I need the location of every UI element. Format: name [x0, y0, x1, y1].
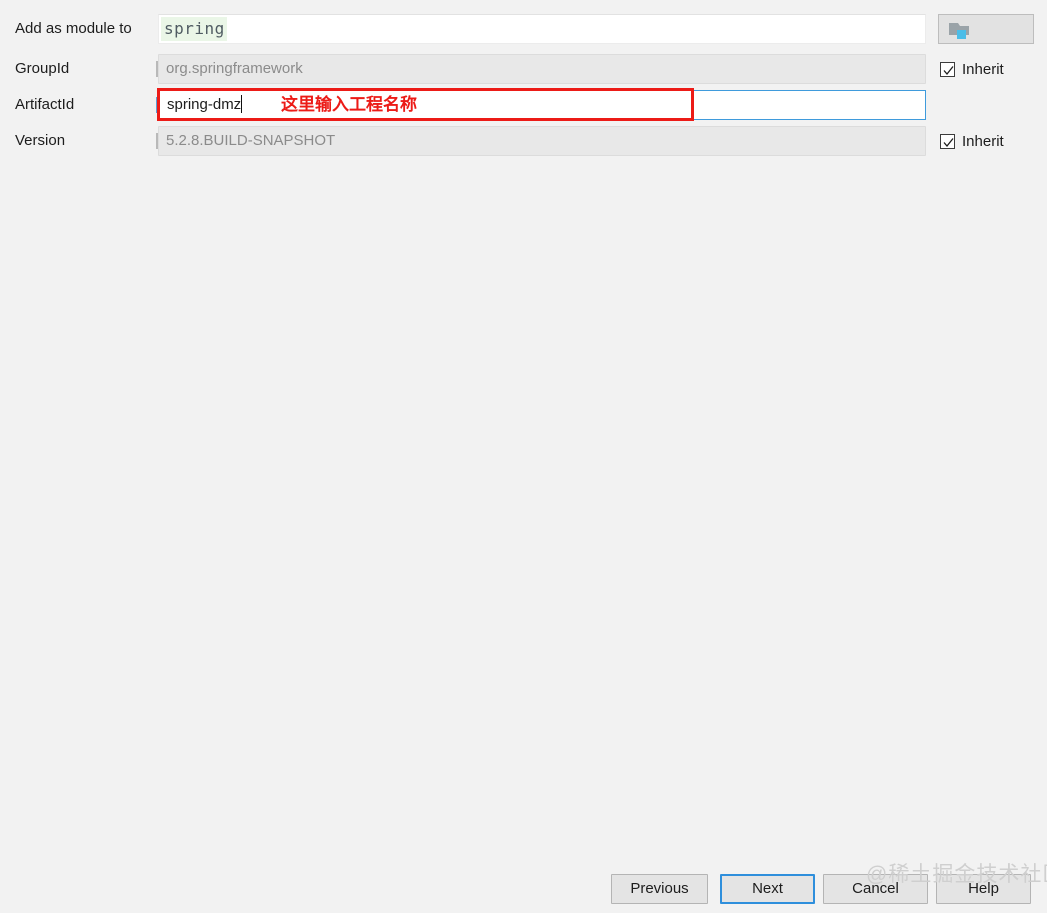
groupid-field[interactable]: org.springframework [156, 54, 926, 84]
inherit-version-label: Inherit [962, 132, 1004, 150]
inherit-version-checkbox[interactable] [940, 133, 955, 149]
add-as-module-to-combo-inner[interactable]: spring [158, 14, 926, 44]
inherit-groupid-label: Inherit [962, 60, 1004, 78]
artifactid-field[interactable]: spring-dmz [156, 90, 926, 120]
label-artifactid: ArtifactId [15, 96, 75, 113]
inherit-groupid-checkbox[interactable] [940, 61, 955, 77]
label-version: Version [15, 132, 66, 149]
dialog-button-bar: Previous Next Cancel Help [0, 874, 1047, 906]
next-button[interactable]: Next [720, 874, 815, 904]
maven-coordinates-form: Add as module to spring GroupId org.spri… [0, 0, 1047, 160]
row-version: Version 5.2.8.BUILD-SNAPSHOT [0, 126, 1047, 156]
version-field-left-marker [156, 133, 158, 149]
version-input[interactable]: 5.2.8.BUILD-SNAPSHOT [158, 126, 926, 156]
groupid-input[interactable]: org.springframework [158, 54, 926, 84]
annotation-text: 这里输入工程名称 [281, 95, 417, 114]
cancel-button[interactable]: Cancel [823, 874, 928, 904]
label-groupid: GroupId [15, 60, 70, 77]
row-groupid: GroupId org.springframework [0, 54, 1047, 84]
module-parent-value: spring [161, 17, 227, 41]
version-field[interactable]: 5.2.8.BUILD-SNAPSHOT [156, 126, 926, 156]
row-artifactid: ArtifactId spring-dmz [0, 90, 1047, 120]
help-button[interactable]: Help [936, 874, 1031, 904]
inherit-version-checkbox-row[interactable]: Inherit [940, 126, 1004, 156]
text-caret [241, 95, 243, 113]
groupid-field-left-marker [156, 61, 158, 77]
add-as-module-to-combo[interactable]: spring [158, 14, 926, 44]
artifactid-input[interactable]: spring-dmz [158, 90, 926, 120]
folder-module-icon [949, 21, 973, 43]
module-chooser-button[interactable] [938, 14, 1034, 44]
artifactid-input-value: spring-dmz [167, 96, 242, 113]
label-add-as-module-to: Add as module to [15, 20, 132, 37]
row-add-as-module-to: Add as module to spring [0, 14, 1047, 44]
previous-button[interactable]: Previous [611, 874, 708, 904]
inherit-groupid-checkbox-row[interactable]: Inherit [940, 54, 1004, 84]
